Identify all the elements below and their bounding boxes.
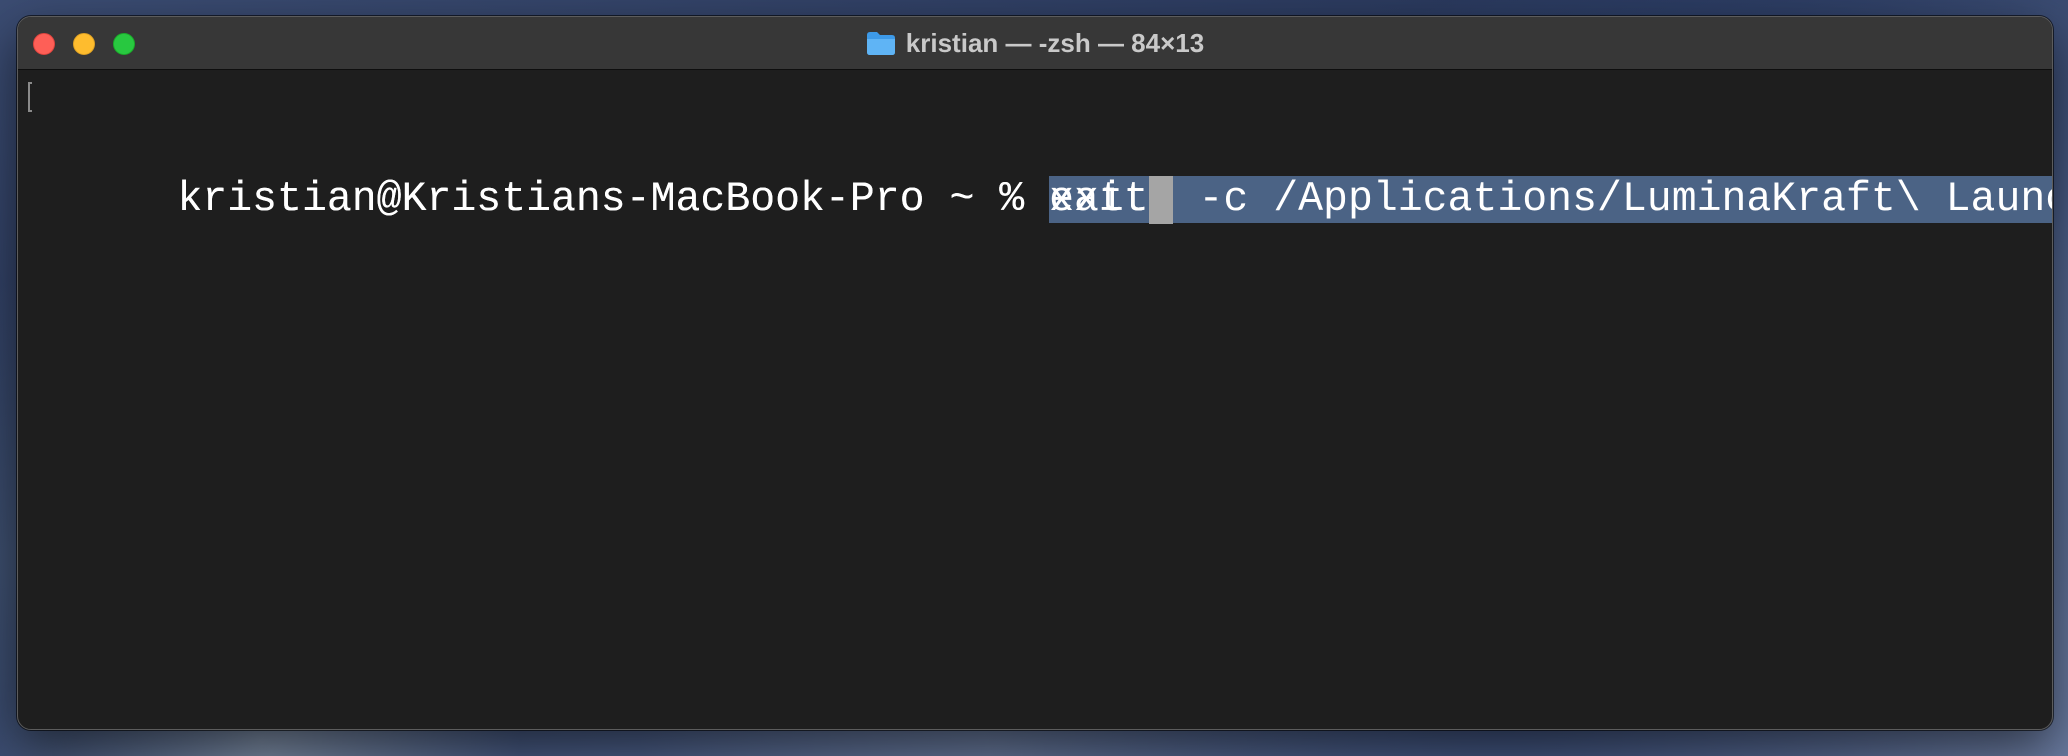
folder-icon [866, 30, 896, 56]
terminal-window: kristian — -zsh — 84×13 kristian@Kristia… [17, 16, 2053, 730]
window-title: kristian — -zsh — 84×13 [905, 27, 1205, 58]
text-cursor [1148, 176, 1173, 224]
terminal-content[interactable]: kristian@Kristians-MacBook-Pro ~ % xattr… [18, 70, 2052, 729]
title-bar[interactable]: kristian — -zsh — 84×13 [18, 17, 2052, 70]
prompt-text: kristian@Kristians-MacBook-Pro ~ % [177, 176, 1050, 223]
selected-command-text[interactable]: xattr -c /Applications/LuminaKraft\ Laun… [1049, 176, 2052, 223]
line-mark-left [28, 82, 32, 112]
command-text: exit [1049, 176, 1149, 223]
window-title-group: kristian — -zsh — 84×13 [18, 17, 2052, 69]
terminal-line: kristian@Kristians-MacBook-Pro ~ % xattr… [28, 72, 2052, 223]
terminal-line: kristian@Kristians-MacBook-Pro ~ % exit [28, 123, 2052, 224]
